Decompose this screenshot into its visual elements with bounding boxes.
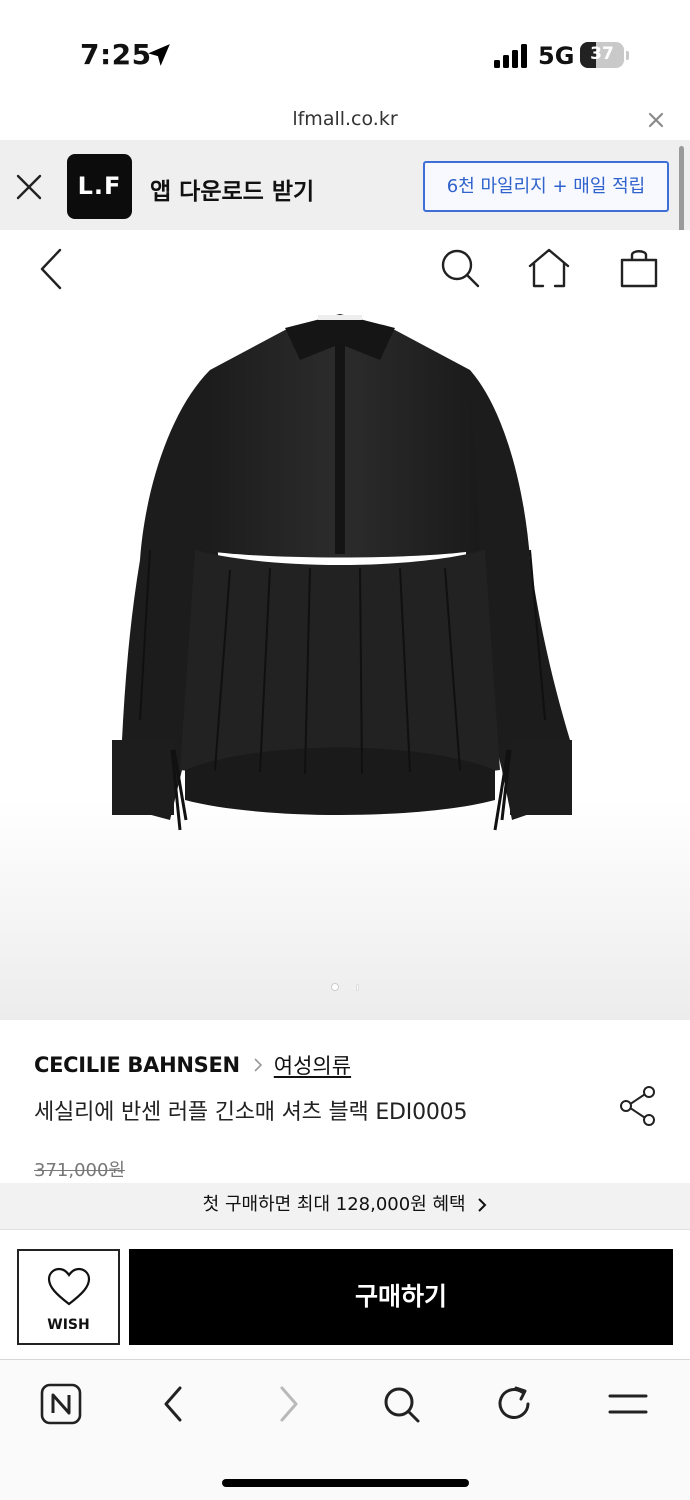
- promo-text: 첫 구매하면 최대 128,000원 혜택: [202, 1194, 466, 1215]
- lf-app-logo: L.F: [67, 154, 132, 219]
- battery-icon: 37: [580, 42, 630, 70]
- search-icon[interactable]: [379, 1382, 423, 1426]
- back-icon[interactable]: [152, 1382, 196, 1426]
- app-download-banner: L.F 앱 다운로드 받기 6천 마일리지 + 매일 적립: [0, 140, 690, 230]
- product-shirt-image: [112, 314, 572, 831]
- purchase-action-bar: WISH 구매하기: [0, 1229, 690, 1359]
- brand-name[interactable]: CECILIE BAHNSEN: [34, 1053, 240, 1077]
- naver-n-icon[interactable]: [39, 1382, 83, 1426]
- battery-level: 37: [590, 44, 614, 64]
- browser-toolbar: [0, 1359, 690, 1500]
- banner-title: 앱 다운로드 받기: [150, 179, 315, 205]
- shopping-bag-icon[interactable]: [614, 244, 664, 294]
- top-navigation: [0, 230, 690, 306]
- buy-button[interactable]: 구매하기: [129, 1249, 673, 1345]
- category-link[interactable]: 여성의류: [274, 1050, 351, 1080]
- forward-icon[interactable]: [266, 1382, 310, 1426]
- menu-icon[interactable]: [606, 1382, 650, 1426]
- back-arrow-icon[interactable]: [30, 244, 80, 294]
- share-icon[interactable]: [617, 1084, 661, 1128]
- first-purchase-promo[interactable]: 첫 구매하면 최대 128,000원 혜택: [0, 1183, 690, 1229]
- wish-label: WISH: [47, 1317, 90, 1333]
- wish-button[interactable]: WISH: [17, 1249, 120, 1345]
- refresh-icon[interactable]: [492, 1382, 536, 1426]
- search-icon[interactable]: [436, 244, 486, 294]
- chevron-right-icon: [478, 1198, 487, 1212]
- banner-close-icon[interactable]: [14, 172, 44, 202]
- close-icon[interactable]: [646, 110, 666, 130]
- location-arrow-icon: [148, 44, 170, 66]
- status-bar: 7:25 5G 37: [0, 0, 690, 100]
- product-title: 세실리에 반센 러플 긴소매 셔츠 블랙 EDI0005: [34, 1100, 468, 1125]
- url-bar[interactable]: lfmall.co.kr: [0, 100, 690, 140]
- heart-icon: [47, 1267, 91, 1306]
- url-text[interactable]: lfmall.co.kr: [0, 108, 690, 130]
- carousel-dot: [356, 984, 359, 991]
- original-price: 371,000원: [34, 1160, 125, 1181]
- banner-cta-button[interactable]: 6천 마일리지 + 매일 적립: [423, 161, 669, 212]
- network-type: 5G: [538, 42, 575, 70]
- status-time: 7:25: [80, 38, 152, 71]
- home-indicator[interactable]: [222, 1479, 469, 1487]
- product-image[interactable]: [0, 230, 690, 1020]
- brand-row: CECILIE BAHNSEN 여성의류: [34, 1050, 351, 1080]
- cellular-signal-icon: [494, 44, 527, 68]
- carousel-indicator: [326, 983, 366, 993]
- home-icon[interactable]: [524, 244, 574, 294]
- carousel-dot-active: [331, 983, 339, 991]
- chevron-right-icon: [254, 1058, 262, 1072]
